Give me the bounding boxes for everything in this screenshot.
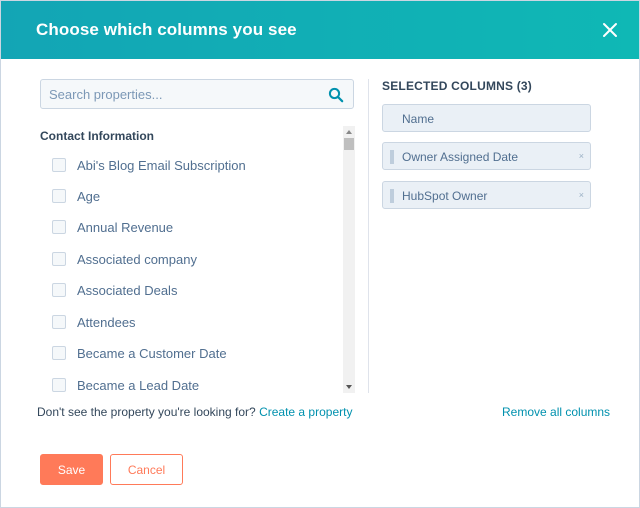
hint-text: Don't see the property you're looking fo… bbox=[37, 405, 256, 419]
cancel-button[interactable]: Cancel bbox=[110, 454, 183, 485]
list-item[interactable]: Annual Revenue bbox=[52, 217, 173, 237]
checkbox[interactable] bbox=[52, 283, 66, 297]
list-item[interactable]: Became a Lead Date bbox=[52, 375, 199, 394]
list-item-label: Associated Deals bbox=[77, 282, 178, 298]
list-item[interactable]: Abi's Blog Email Subscription bbox=[52, 155, 246, 175]
remove-all-columns-link[interactable]: Remove all columns bbox=[502, 405, 610, 419]
list-item-label: Associated company bbox=[77, 251, 197, 267]
drag-handle-icon[interactable] bbox=[390, 150, 394, 164]
property-group-label: Contact Information bbox=[40, 129, 154, 143]
search-input[interactable] bbox=[49, 80, 319, 108]
column-divider bbox=[368, 79, 369, 393]
scroll-up-arrow-icon[interactable] bbox=[346, 130, 352, 134]
drag-handle-icon[interactable] bbox=[390, 189, 394, 203]
list-item-label: Annual Revenue bbox=[77, 219, 174, 235]
checkbox[interactable] bbox=[52, 252, 66, 266]
modal-title: Choose which columns you see bbox=[36, 20, 297, 39]
choose-columns-modal: Choose which columns you see Contact Inf… bbox=[0, 0, 640, 508]
checkbox[interactable] bbox=[52, 378, 66, 392]
scroll-down-arrow-icon[interactable] bbox=[346, 385, 352, 389]
checkbox[interactable] bbox=[52, 220, 66, 234]
search-icon[interactable] bbox=[328, 87, 344, 103]
remove-column-icon[interactable]: × bbox=[579, 151, 584, 161]
selected-column-hubspot-owner[interactable]: HubSpot Owner × bbox=[382, 181, 591, 209]
close-button[interactable] bbox=[601, 21, 619, 39]
property-hint: Don't see the property you're looking fo… bbox=[37, 405, 352, 419]
close-icon bbox=[603, 23, 617, 37]
search-box bbox=[40, 79, 354, 109]
list-item[interactable]: Associated company bbox=[52, 249, 197, 269]
list-item-label: Became a Customer Date bbox=[77, 345, 227, 361]
list-item[interactable]: Became a Customer Date bbox=[52, 343, 227, 363]
remove-column-icon[interactable]: × bbox=[579, 190, 584, 200]
list-item[interactable]: Age bbox=[52, 186, 100, 206]
list-item-label: Became a Lead Date bbox=[77, 377, 200, 393]
scroll-thumb[interactable] bbox=[344, 138, 354, 150]
checkbox[interactable] bbox=[52, 315, 66, 329]
list-item-label: Abi's Blog Email Subscription bbox=[77, 157, 246, 173]
selected-columns-title: SELECTED COLUMNS (3) bbox=[382, 79, 533, 93]
selected-column-label: Owner Assigned Date bbox=[402, 150, 519, 164]
checkbox[interactable] bbox=[52, 158, 66, 172]
create-property-link[interactable]: Create a property bbox=[259, 405, 352, 419]
list-item-label: Attendees bbox=[77, 314, 136, 330]
modal-header: Choose which columns you see bbox=[1, 1, 639, 59]
property-list: Abi's Blog Email Subscription Age Annual… bbox=[40, 149, 340, 394]
property-list-scrollbar[interactable] bbox=[343, 126, 355, 393]
selected-column-label: HubSpot Owner bbox=[402, 189, 488, 203]
list-item[interactable]: Attendees bbox=[52, 312, 136, 332]
selected-column-name: Name bbox=[382, 104, 591, 132]
list-item-label: Age bbox=[77, 188, 101, 204]
selected-column-label: Name bbox=[402, 112, 435, 126]
list-item[interactable]: Associated Deals bbox=[52, 280, 177, 300]
selected-column-owner-assigned-date[interactable]: Owner Assigned Date × bbox=[382, 142, 591, 170]
checkbox[interactable] bbox=[52, 189, 66, 203]
save-button[interactable]: Save bbox=[40, 454, 103, 485]
checkbox[interactable] bbox=[52, 346, 66, 360]
